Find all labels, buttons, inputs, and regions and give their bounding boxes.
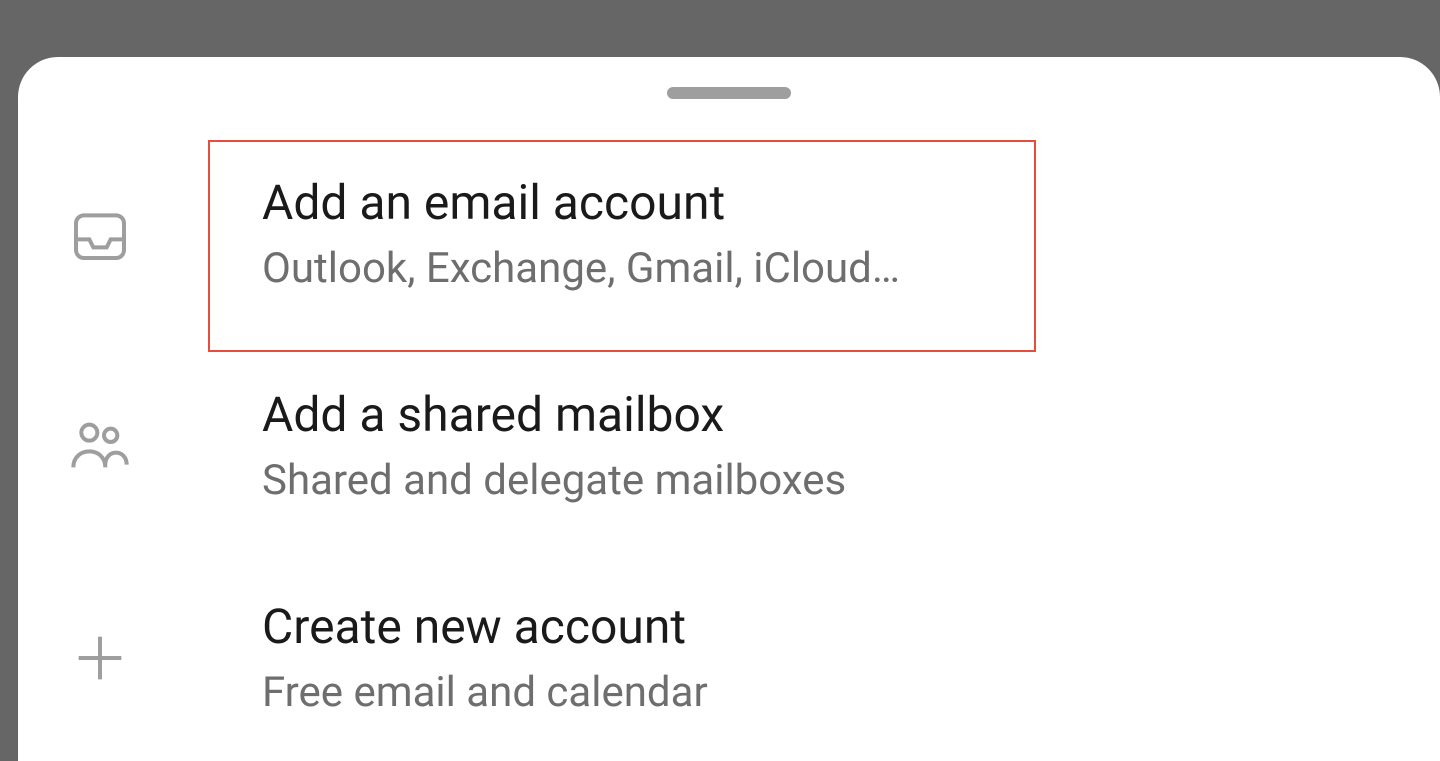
option-add-shared-mailbox[interactable]: Add a shared mailbox Shared and delegate… (18, 366, 1440, 526)
dimmed-background (0, 0, 1440, 60)
option-create-new-account[interactable]: Create new account Free email and calend… (18, 578, 1440, 738)
option-title: Add an email account (262, 174, 900, 232)
option-text-group: Add an email account Outlook, Exchange, … (262, 174, 900, 294)
drag-handle[interactable] (667, 87, 791, 99)
option-subtitle: Free email and calendar (262, 668, 708, 718)
people-icon (68, 414, 132, 478)
option-title: Add a shared mailbox (262, 386, 846, 444)
option-text-group: Create new account Free email and calend… (262, 598, 708, 718)
option-subtitle: Outlook, Exchange, Gmail, iCloud… (262, 244, 900, 294)
option-add-email-account[interactable]: Add an email account Outlook, Exchange, … (18, 154, 1440, 314)
plus-icon (68, 626, 132, 690)
option-subtitle: Shared and delegate mailboxes (262, 456, 846, 506)
bottom-sheet: Add an email account Outlook, Exchange, … (18, 57, 1440, 761)
inbox-icon (68, 202, 132, 266)
options-list: Add an email account Outlook, Exchange, … (18, 154, 1440, 738)
option-text-group: Add a shared mailbox Shared and delegate… (262, 386, 846, 506)
option-title: Create new account (262, 598, 708, 656)
